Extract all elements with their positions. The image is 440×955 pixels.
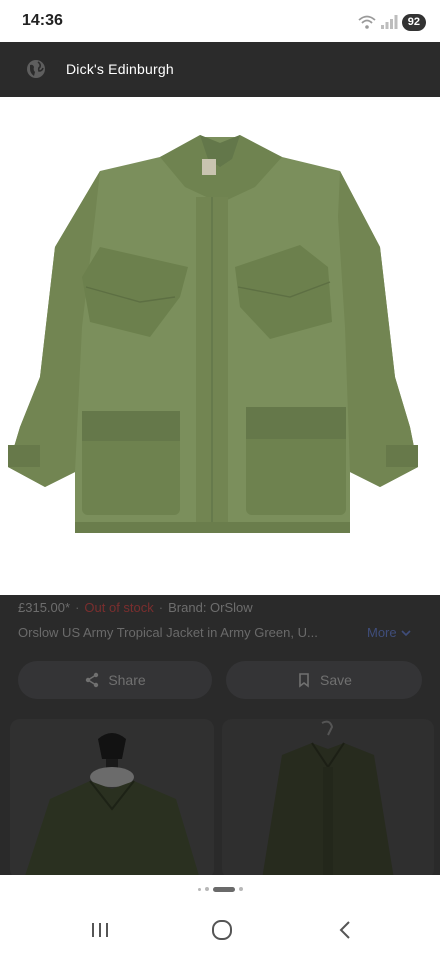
share-label: Share xyxy=(108,672,146,688)
product-image[interactable] xyxy=(0,97,440,595)
related-image-2[interactable] xyxy=(222,719,434,875)
more-label: More xyxy=(367,625,397,640)
site-title: Dick's Edinburgh xyxy=(66,61,174,77)
mannequin-jacket-image xyxy=(10,719,214,875)
chevron-down-icon xyxy=(401,629,411,636)
pager-dot xyxy=(204,887,209,891)
product-price: £315.00* xyxy=(18,600,71,615)
related-image-1[interactable] xyxy=(10,719,214,875)
pager-active xyxy=(212,886,235,892)
share-icon xyxy=(86,672,99,688)
share-button[interactable]: Share xyxy=(18,661,212,699)
pager-dot xyxy=(197,887,201,891)
status-icons: 92 xyxy=(358,13,426,31)
hanger-jacket-image xyxy=(222,719,434,875)
back-icon[interactable] xyxy=(334,919,358,941)
more-button[interactable]: More xyxy=(367,625,411,640)
pager-dot xyxy=(238,887,243,891)
stock-status: Out of stock xyxy=(84,600,154,615)
separator-dot: · xyxy=(158,600,164,615)
system-nav-bar xyxy=(0,903,440,955)
product-details-panel: £315.00* · Out of stock · Brand: OrSlow Orsl… xyxy=(0,595,440,875)
signal-icon xyxy=(380,15,398,29)
battery-indicator: 92 xyxy=(401,13,426,31)
globe-icon xyxy=(27,60,45,78)
home-icon[interactable] xyxy=(210,919,234,941)
jacket-illustration xyxy=(0,97,440,595)
save-label: Save xyxy=(320,672,352,688)
separator-dot: · xyxy=(75,600,80,615)
status-bar: 14:36 92 xyxy=(0,0,440,42)
status-time: 14:36 xyxy=(22,12,63,29)
product-brand: Brand: OrSlow xyxy=(168,600,253,615)
page-indicator xyxy=(0,875,440,903)
product-title[interactable]: Orslow US Army Tropical Jacket in Army G… xyxy=(18,625,348,640)
recent-apps-icon[interactable] xyxy=(88,919,112,941)
product-meta: £315.00* · Out of stock · Brand: OrSlow xyxy=(18,600,253,615)
site-header[interactable]: Dick's Edinburgh xyxy=(0,42,440,97)
bookmark-icon xyxy=(299,673,309,688)
wifi-icon xyxy=(358,15,376,29)
save-button[interactable]: Save xyxy=(226,661,422,699)
